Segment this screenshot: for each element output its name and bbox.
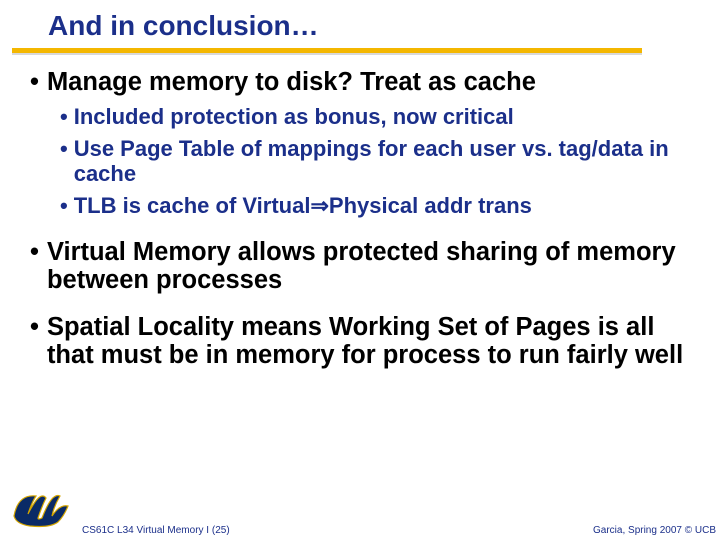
text-fragment: TLB is cache of Virtual	[74, 193, 311, 218]
title-underline	[12, 48, 720, 55]
bullet-level2: • Included protection as bonus, now crit…	[60, 105, 698, 130]
bullet-dot-icon: •	[30, 239, 39, 294]
slide: And in conclusion… • Manage memory to di…	[0, 0, 720, 540]
bullet-text: Manage memory to disk? Treat as cache	[47, 69, 536, 97]
bullet-level2: • TLB is cache of Virtual⇒Physical addr …	[60, 194, 698, 219]
bullet-level1: • Virtual Memory allows protected sharin…	[30, 239, 698, 294]
bullet-level1: • Manage memory to disk? Treat as cache	[30, 69, 698, 97]
text-fragment: Physical addr trans	[329, 193, 532, 218]
bullet-text: Spatial Locality means Working Set of Pa…	[47, 314, 698, 369]
cal-logo-icon	[8, 486, 76, 530]
bullet-dot-icon: •	[60, 137, 68, 186]
bullet-text: Included protection as bonus, now critic…	[74, 105, 514, 130]
bullet-text: Use Page Table of mappings for each user…	[74, 137, 698, 186]
bullet-level1: • Spatial Locality means Working Set of …	[30, 314, 698, 369]
text-fragment: Use Page Table of mappings	[74, 136, 378, 161]
bullet-dot-icon: •	[60, 194, 68, 219]
arrow-icon: ⇒	[310, 193, 328, 218]
footer: CS61C L34 Virtual Memory I (25) Garcia, …	[0, 484, 720, 540]
bullet-text: Virtual Memory allows protected sharing …	[47, 239, 698, 294]
bullet-text: TLB is cache of Virtual⇒Physical addr tr…	[74, 194, 532, 219]
bullet-dot-icon: •	[60, 105, 68, 130]
footer-right-text: Garcia, Spring 2007 © UCB	[593, 525, 716, 536]
content-area: • Manage memory to disk? Treat as cache …	[0, 55, 720, 369]
footer-left-text: CS61C L34 Virtual Memory I (25)	[82, 525, 230, 536]
slide-title: And in conclusion…	[48, 10, 720, 42]
bullet-level2: • Use Page Table of mappings for each us…	[60, 137, 698, 186]
text-fragment: for each user	[378, 136, 522, 161]
title-area: And in conclusion…	[0, 0, 720, 42]
bullet-dot-icon: •	[30, 314, 39, 369]
bullet-dot-icon: •	[30, 69, 39, 97]
